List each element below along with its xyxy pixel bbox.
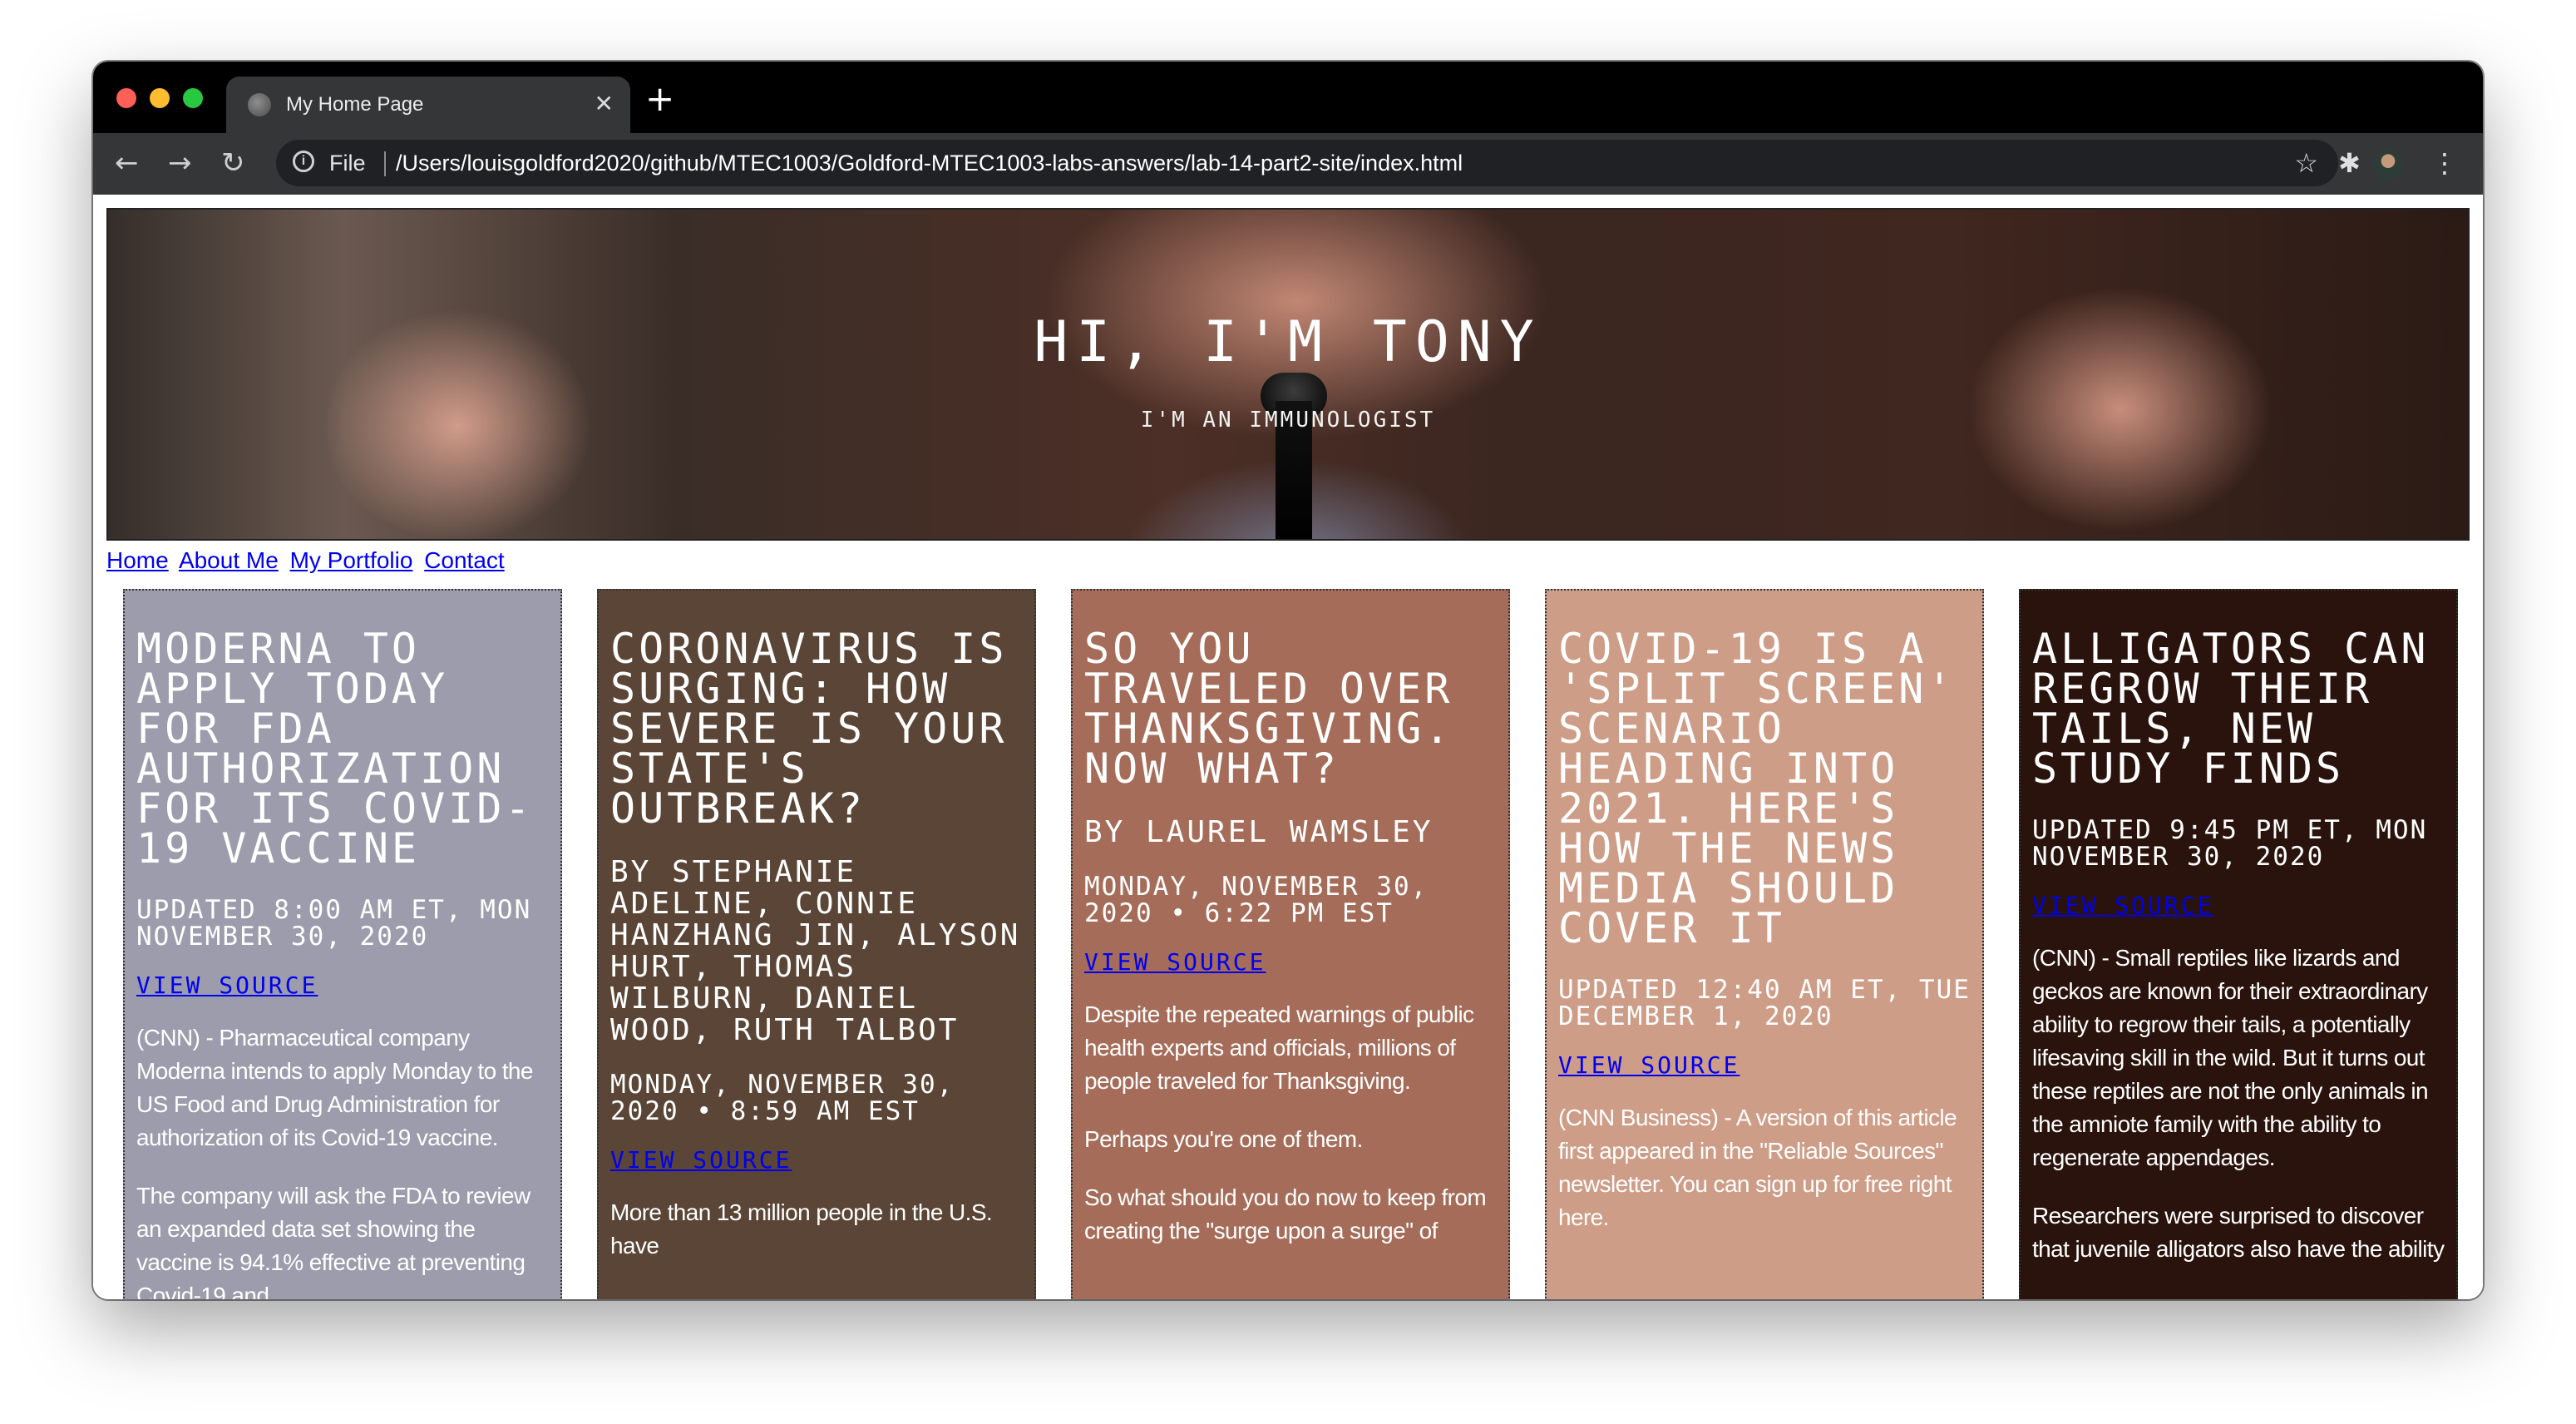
browser-toolbar: ← → ↻ i File /Users/louisgoldford2020/gi… xyxy=(93,133,2483,195)
tab-strip: My Home Page ✕ + xyxy=(93,62,2483,133)
article-title: Alligators can regrow their tails, new s… xyxy=(2032,625,2430,793)
tab-title: My Home Page xyxy=(286,93,424,116)
article-paragraph: Researchers were surprised to discover t… xyxy=(2032,1203,2445,1262)
forward-arrow-icon[interactable]: → xyxy=(168,145,192,181)
hero-banner: Hi, I'm Tony I'm an immunologist xyxy=(106,208,2470,541)
hero-title: Hi, I'm Tony xyxy=(1034,309,1542,375)
article-paragraph: The company will ask the FDA to review a… xyxy=(136,1183,530,1299)
page-viewport: Hi, I'm Tony I'm an immunologist Home Ab… xyxy=(93,195,2483,1299)
view-source-link[interactable]: View Source xyxy=(136,972,318,1000)
view-source-link[interactable]: View Source xyxy=(1558,1051,1740,1080)
article-author: By Laurel Wamsley xyxy=(1084,815,1434,849)
reload-icon[interactable]: ↻ xyxy=(221,145,245,181)
article-title: Coronavirus is surging: How severe is yo… xyxy=(610,625,1008,833)
maximize-window-button[interactable] xyxy=(183,88,203,108)
puzzle-icon[interactable]: ✱ xyxy=(2338,145,2361,181)
omnibox-divider xyxy=(384,151,386,176)
view-source-link[interactable]: View Source xyxy=(1084,948,1266,977)
article-paragraph: So what should you do now to keep from c… xyxy=(1084,1184,1487,1244)
hero-subtitle: I'm an immunologist xyxy=(1140,408,1436,433)
profile-avatar[interactable] xyxy=(2373,150,2403,180)
article-date: Updated 12:40 AM ET, Tue December 1, 202… xyxy=(1558,975,1971,1031)
article-paragraph: More than 13 million people in the U.S. … xyxy=(610,1199,993,1258)
url-text[interactable]: /Users/louisgoldford2020/github/MTEC1003… xyxy=(396,148,1463,178)
article-author: By Stephanie Adeline, Connie Hanzhang Ji… xyxy=(610,855,1021,1047)
article-card-thanksgiving: So you traveled over Thanksgiving. Now w… xyxy=(1071,589,1510,1299)
article-title: Moderna to apply today for FDA authoriza… xyxy=(136,625,534,873)
close-icon[interactable]: ✕ xyxy=(595,90,614,118)
article-title: Covid-19 is a 'split screen' scenario he… xyxy=(1558,625,1956,952)
site-nav: Home About Me My Portfolio Contact xyxy=(106,544,510,577)
kebab-menu-icon[interactable]: ⋮ xyxy=(2431,145,2458,181)
nav-link-my-portfolio[interactable]: My Portfolio xyxy=(290,547,413,573)
nav-link-about-me[interactable]: About Me xyxy=(179,547,279,573)
article-card-alligators: Alligators can regrow their tails, new s… xyxy=(2019,589,2458,1299)
article-card-split-screen: Covid-19 is a 'split screen' scenario he… xyxy=(1545,589,1984,1299)
article-date: Updated 9:45 PM ET, Mon November 30, 202… xyxy=(2032,815,2428,872)
article-card-moderna: Moderna to apply today for FDA authoriza… xyxy=(123,589,562,1299)
minimize-window-button[interactable] xyxy=(150,88,170,108)
article-paragraph: (CNN) - Small reptiles like lizards and … xyxy=(2032,945,2429,1170)
article-date: Monday, November 30, 2020 • 6:22 PM EST xyxy=(1084,872,1429,928)
plus-icon[interactable]: + xyxy=(645,80,674,118)
article-cards: Moderna to apply today for FDA authoriza… xyxy=(123,589,2461,1299)
back-arrow-icon[interactable]: ← xyxy=(115,145,139,181)
article-date: Updated 8:00 AM ET, Mon November 30, 202… xyxy=(136,895,532,952)
view-source-link[interactable]: View Source xyxy=(610,1146,792,1174)
nav-link-home[interactable]: Home xyxy=(106,547,169,573)
article-title: So you traveled over Thanksgiving. Now w… xyxy=(1084,625,1453,793)
article-paragraph: (CNN Business) - A version of this artic… xyxy=(1558,1105,1957,1230)
scheme-label: File xyxy=(329,151,366,176)
view-source-link[interactable]: View Source xyxy=(2032,892,2213,920)
article-paragraph: Despite the repeated warnings of public … xyxy=(1084,1001,1474,1094)
close-window-button[interactable] xyxy=(116,88,136,108)
article-date: Monday, November 30, 2020 • 8:59 AM EST xyxy=(610,1070,955,1126)
article-paragraph: (CNN) - Pharmaceutical company Moderna i… xyxy=(136,1025,533,1150)
globe-icon xyxy=(248,93,271,116)
nav-link-contact[interactable]: Contact xyxy=(424,547,505,573)
article-card-coronavirus-surging: Coronavirus is surging: How severe is yo… xyxy=(597,589,1036,1299)
address-bar[interactable]: i File /Users/louisgoldford2020/github/M… xyxy=(276,140,2338,186)
info-icon[interactable]: i xyxy=(293,151,314,172)
star-icon[interactable]: ☆ xyxy=(2294,146,2318,180)
browser-window: My Home Page ✕ + ← → ↻ i File /Users/lou… xyxy=(93,62,2483,1299)
tab-my-home-page[interactable]: My Home Page ✕ xyxy=(226,77,630,133)
article-paragraph: Perhaps you're one of them. xyxy=(1084,1126,1363,1152)
